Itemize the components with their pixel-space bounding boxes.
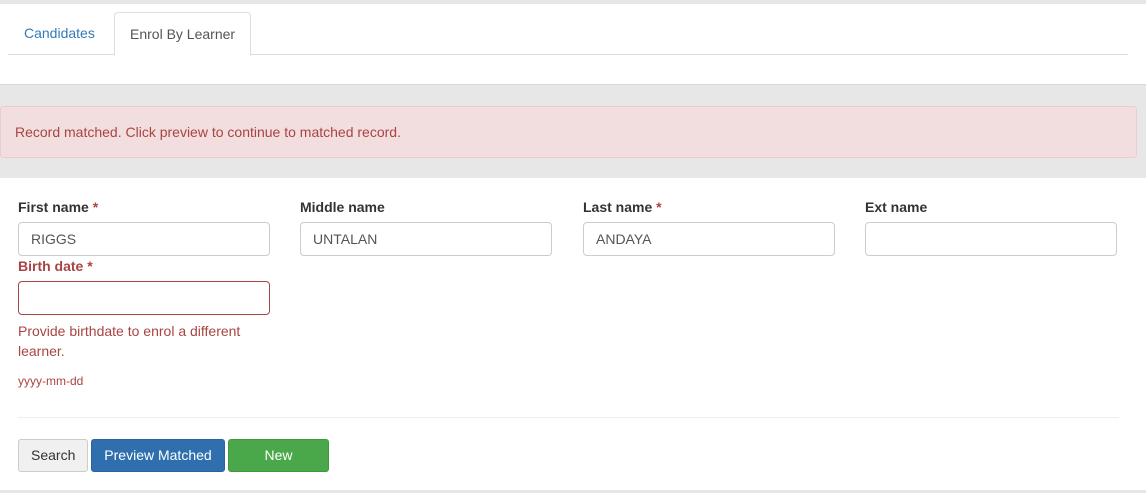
tab-enrol-by-learner[interactable]: Enrol By Learner bbox=[114, 12, 252, 56]
search-button[interactable]: Search bbox=[18, 439, 88, 472]
required-mark: * bbox=[87, 258, 93, 274]
required-mark: * bbox=[92, 199, 99, 215]
birth-date-error: Provide birthdate to enrol a different l… bbox=[18, 323, 241, 359]
first-name-input[interactable] bbox=[18, 222, 270, 256]
required-mark: * bbox=[656, 199, 662, 215]
last-name-group: Last name * bbox=[583, 198, 835, 256]
top-strip bbox=[0, 0, 1146, 4]
preview-matched-button[interactable]: Preview Matched bbox=[91, 439, 225, 472]
first-name-group: First name * bbox=[18, 198, 270, 256]
middle-name-input[interactable] bbox=[300, 222, 552, 256]
ext-name-group: Ext name bbox=[865, 198, 1117, 256]
ext-name-label: Ext name bbox=[865, 199, 928, 215]
learner-search-form: First name * Middle name Last name * Ext… bbox=[0, 178, 1146, 494]
birth-date-label: Birth date * bbox=[18, 258, 93, 274]
match-alert: Record matched. Click preview to continu… bbox=[0, 106, 1137, 158]
new-record-button[interactable]: New Record bbox=[228, 439, 329, 494]
birth-date-group: Birth date * Provide birthdate to enrol … bbox=[18, 257, 270, 388]
middle-name-label: Middle name bbox=[300, 199, 385, 215]
first-name-label: First name * bbox=[18, 199, 99, 215]
tab-candidates[interactable]: Candidates bbox=[9, 12, 110, 55]
middle-name-group: Middle name bbox=[300, 198, 552, 256]
birth-date-input[interactable] bbox=[18, 281, 270, 315]
last-name-label: Last name * bbox=[583, 199, 662, 215]
birth-date-format-hint: yyyy-mm-dd bbox=[18, 374, 84, 388]
last-name-input[interactable] bbox=[583, 222, 835, 256]
tab-bar: Candidates Enrol By Learner bbox=[8, 12, 1128, 56]
ext-name-input[interactable] bbox=[865, 222, 1117, 256]
form-divider bbox=[18, 417, 1119, 418]
